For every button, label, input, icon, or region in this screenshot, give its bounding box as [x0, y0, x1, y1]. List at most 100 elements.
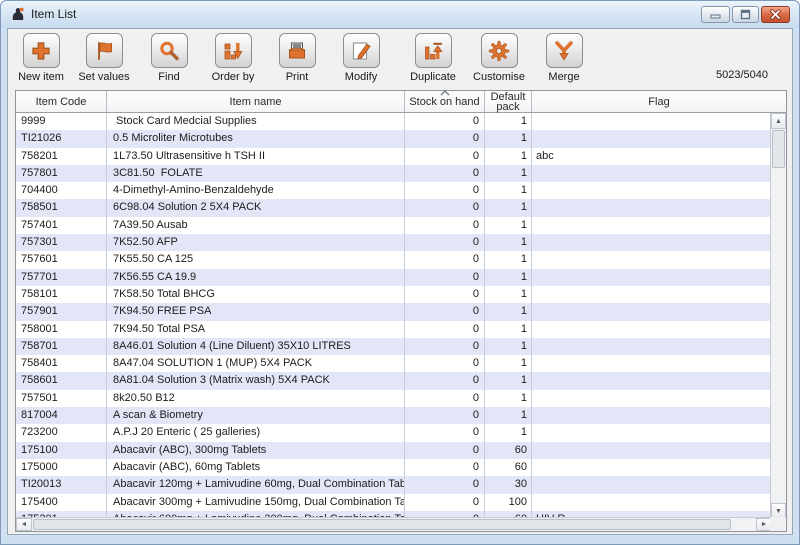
cell-flag: [532, 424, 772, 441]
cell-default-pack: 1: [485, 113, 532, 130]
cell-item-code: 723200: [16, 424, 107, 441]
cell-flag: [532, 113, 772, 130]
order-by-button[interactable]: Order by: [201, 33, 265, 83]
table-row[interactable]: TI210260.5 Microliter Microtubes01: [16, 130, 772, 147]
column-header-default-pack[interactable]: Default pack: [485, 91, 532, 112]
cell-item-code: 175400: [16, 494, 107, 511]
table-row[interactable]: 7579017K94.50 FREE PSA01: [16, 303, 772, 320]
gear-icon: [487, 39, 511, 63]
maximize-icon: [740, 9, 751, 20]
duplicate-up-arrow-icon: [421, 39, 445, 63]
close-button[interactable]: [761, 6, 790, 23]
titlebar[interactable]: Item List: [1, 1, 799, 28]
table-row[interactable]: 175000Abacavir (ABC), 60mg Tablets060: [16, 459, 772, 476]
cell-flag: [532, 494, 772, 511]
cell-item-name: 3C81.50 FOLATE: [107, 165, 405, 182]
table-row[interactable]: 7576017K55.50 CA 12501: [16, 251, 772, 268]
table-row[interactable]: 7580017K94.50 Total PSA01: [16, 321, 772, 338]
cell-item-name: 7K56.55 CA 19.9: [107, 269, 405, 286]
cell-flag: [532, 199, 772, 216]
cell-default-pack: 60: [485, 459, 532, 476]
cell-stock-on-hand: 0: [405, 321, 485, 338]
merge-button[interactable]: Merge: [532, 33, 596, 83]
cell-flag: [532, 355, 772, 372]
cell-item-code: 757601: [16, 251, 107, 268]
column-header-flag[interactable]: Flag: [532, 91, 786, 112]
modify-button[interactable]: Modify: [329, 33, 393, 83]
cell-item-name: A.P.J 20 Enteric ( 25 galleries): [107, 424, 405, 441]
table-row[interactable]: 817004A scan & Biometry01: [16, 407, 772, 424]
cell-default-pack: 1: [485, 338, 532, 355]
cell-item-name: Abacavir 300mg + Lamivudine 150mg, Dual …: [107, 494, 405, 511]
cell-default-pack: 30: [485, 476, 532, 493]
horizontal-scrollbar[interactable]: ◄ ►: [16, 517, 772, 531]
cell-item-name: 8k20.50 B12: [107, 390, 405, 407]
item-count: 5023/5040: [716, 69, 768, 81]
cell-item-code: 758101: [16, 286, 107, 303]
cell-item-code: 817004: [16, 407, 107, 424]
cell-flag: [532, 321, 772, 338]
table-row[interactable]: 7578013C81.50 FOLATE01: [16, 165, 772, 182]
table-row[interactable]: 7586018A81.04 Solution 3 (Matrix wash) 5…: [16, 372, 772, 389]
column-header-item-name[interactable]: Item name: [107, 91, 405, 112]
table-row[interactable]: 723200A.P.J 20 Enteric ( 25 galleries)01: [16, 424, 772, 441]
scroll-up-arrow-icon[interactable]: ▲: [771, 113, 786, 129]
horizontal-scrollbar-thumb[interactable]: [33, 519, 731, 530]
cell-flag: [532, 372, 772, 389]
cell-flag: [532, 286, 772, 303]
table-row[interactable]: 7044004-Dimethyl-Amino-Benzaldehyde01: [16, 182, 772, 199]
column-header-stock-on-hand[interactable]: Stock on hand: [405, 91, 485, 112]
cell-item-name: 7K52.50 AFP: [107, 234, 405, 251]
close-icon: [770, 9, 781, 20]
printer-icon: [285, 39, 309, 63]
cell-item-name: Abacavir (ABC), 300mg Tablets: [107, 442, 405, 459]
cell-stock-on-hand: 0: [405, 390, 485, 407]
table-row[interactable]: 7587018A46.01 Solution 4 (Line Diluent) …: [16, 338, 772, 355]
table-row[interactable]: 7575018k20.50 B1201: [16, 390, 772, 407]
table-row[interactable]: 175400Abacavir 300mg + Lamivudine 150mg,…: [16, 494, 772, 511]
table-row[interactable]: 7585016C98.04 Solution 2 5X4 PACK01: [16, 199, 772, 216]
sort-down-arrow-icon: [221, 39, 245, 63]
cell-item-name: 7A39.50 Ausab: [107, 217, 405, 234]
cell-stock-on-hand: 0: [405, 217, 485, 234]
cell-item-code: 704400: [16, 182, 107, 199]
minimize-button[interactable]: [701, 6, 730, 23]
maximize-button[interactable]: [732, 6, 759, 23]
table-row[interactable]: 7584018A47.04 SOLUTION 1 (MUP) 5X4 PACK0…: [16, 355, 772, 372]
print-button[interactable]: Print: [265, 33, 329, 83]
cell-item-name: 7K94.50 Total PSA: [107, 321, 405, 338]
flag-icon: [92, 39, 116, 63]
table-row[interactable]: 7574017A39.50 Ausab01: [16, 217, 772, 234]
table-row[interactable]: 7573017K52.50 AFP01: [16, 234, 772, 251]
cell-item-code: 757501: [16, 390, 107, 407]
table-row[interactable]: 7577017K56.55 CA 19.901: [16, 269, 772, 286]
cell-stock-on-hand: 0: [405, 338, 485, 355]
vertical-scrollbar-thumb[interactable]: [772, 130, 785, 168]
cell-default-pack: 1: [485, 182, 532, 199]
cell-flag: [532, 303, 772, 320]
scroll-left-arrow-icon[interactable]: ◄: [16, 518, 32, 531]
vertical-scrollbar[interactable]: ▲ ▼: [770, 113, 786, 519]
cell-item-name: Abacavir 120mg + Lamivudine 60mg, Dual C…: [107, 476, 405, 493]
table-row[interactable]: 7581017K58.50 Total BHCG01: [16, 286, 772, 303]
customise-button[interactable]: Customise: [467, 33, 531, 83]
table-row[interactable]: 175100Abacavir (ABC), 300mg Tablets060: [16, 442, 772, 459]
item-table: Item Code Item name Stock on hand Defaul…: [15, 90, 787, 532]
new-item-button[interactable]: New item: [9, 33, 73, 83]
cell-stock-on-hand: 0: [405, 269, 485, 286]
set-values-button[interactable]: Set values: [72, 33, 136, 83]
cell-item-name: 7K55.50 CA 125: [107, 251, 405, 268]
table-row[interactable]: TI20013Abacavir 120mg + Lamivudine 60mg,…: [16, 476, 772, 493]
cell-flag: [532, 182, 772, 199]
cell-flag: [532, 165, 772, 182]
table-row[interactable]: 7582011L73.50 Ultrasensitive h TSH II01a…: [16, 148, 772, 165]
find-button[interactable]: Find: [137, 33, 201, 83]
duplicate-button[interactable]: Duplicate: [401, 33, 465, 83]
column-header-item-code[interactable]: Item Code: [16, 91, 107, 112]
cell-stock-on-hand: 0: [405, 286, 485, 303]
table-row[interactable]: 9999 Stock Card Medcial Supplies01: [16, 113, 772, 130]
cell-item-name: 7K58.50 Total BHCG: [107, 286, 405, 303]
cell-default-pack: 1: [485, 148, 532, 165]
cell-flag: [532, 459, 772, 476]
cell-flag: [532, 390, 772, 407]
